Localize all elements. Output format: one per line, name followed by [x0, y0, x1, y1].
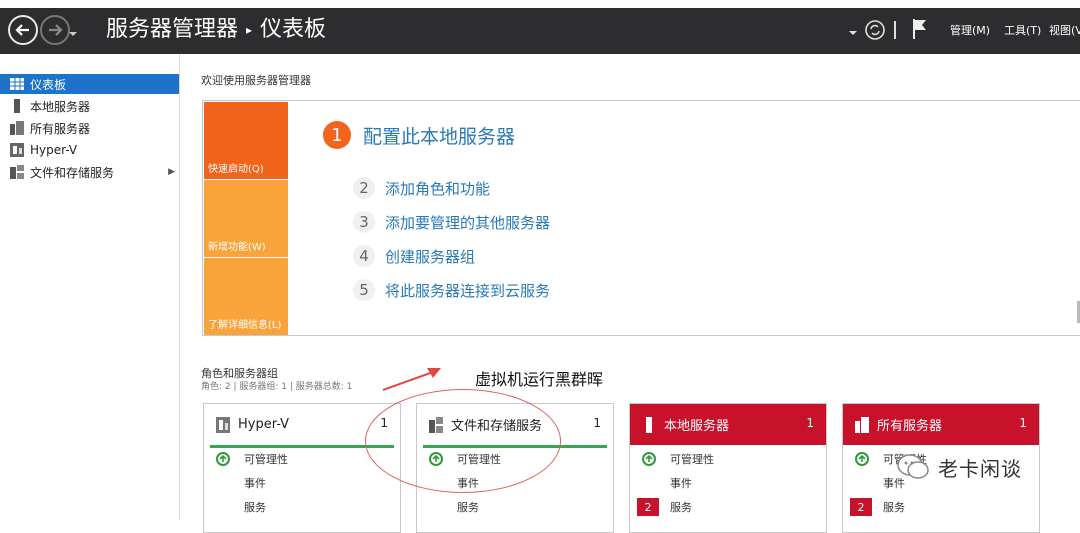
step-number: 5	[353, 279, 375, 301]
breadcrumb: 服务器管理器 ▸ 仪表板	[106, 16, 326, 44]
up-arrow-icon	[216, 452, 230, 466]
chat-bubble-icon	[897, 454, 929, 479]
row-label: 服务	[670, 501, 692, 514]
chevron-down-icon	[69, 32, 77, 36]
step-number: 2	[353, 177, 375, 199]
card-count: 1	[593, 416, 601, 430]
sidebar-item-local-server[interactable]: 本地服务器	[0, 96, 179, 116]
role-card-local-server[interactable]: 本地服务器 1 可管理性 事件 2 服务	[629, 403, 827, 533]
flag-icon	[913, 19, 926, 39]
sidebar-item-label: Hyper-V	[30, 143, 78, 157]
forward-button[interactable]	[40, 15, 70, 45]
window-top-strip	[0, 0, 1080, 8]
server-icon	[646, 416, 652, 433]
roles-subtitle: 角色: 2 | 服务器组: 1 | 服务器总数: 1	[201, 382, 353, 392]
up-arrow-icon	[642, 452, 656, 466]
servers-icon	[855, 416, 869, 433]
servers-icon	[10, 121, 24, 135]
card-title: Hyper-V	[238, 417, 290, 432]
red-arrow-icon	[382, 368, 441, 391]
step-link[interactable]: 添加要管理的其他服务器	[385, 212, 550, 233]
alert-count-badge: 2	[850, 498, 872, 516]
card-row-services[interactable]: 2 服务	[843, 496, 1039, 518]
sidebar: 仪表板 本地服务器 所有服务器 Hyper-V 文件和存储服务 ▶	[0, 54, 180, 520]
annotation-text: 虚拟机运行黑群晖	[475, 370, 604, 389]
chevron-down-icon	[849, 31, 857, 35]
hyperv-icon	[216, 416, 230, 433]
row-label: 服务	[883, 501, 905, 514]
notifications-flag-button[interactable]	[912, 18, 928, 44]
row-label: 可管理性	[244, 453, 288, 466]
card-row-manageability[interactable]: 可管理性	[630, 448, 826, 470]
watermark-text: 老卡闲谈	[938, 456, 1022, 481]
menu-tools[interactable]: 工具(T)	[1004, 22, 1041, 38]
row-label: 事件	[244, 477, 266, 490]
step-link[interactable]: 创建服务器组	[385, 246, 475, 267]
sidebar-item-all-servers[interactable]: 所有服务器	[0, 118, 179, 138]
welcome-panel: 快速启动(Q) 新增功能(W) 了解详细信息(L) 1 配置此本地服务器 2 添…	[202, 100, 1080, 336]
alert-count-badge: 2	[637, 498, 659, 516]
card-row-services[interactable]: 2 服务	[630, 496, 826, 518]
sidebar-item-dashboard[interactable]: 仪表板	[0, 74, 179, 94]
breadcrumb-root[interactable]: 服务器管理器	[106, 17, 238, 42]
card-title: 本地服务器	[664, 419, 730, 434]
card-title: 所有服务器	[877, 419, 943, 434]
step-add-roles[interactable]: 2 添加角色和功能	[353, 177, 490, 199]
annotation-ellipse	[365, 389, 561, 493]
step-link[interactable]: 将此服务器连接到云服务	[385, 280, 550, 301]
forward-arrow-icon	[49, 24, 63, 36]
step-connect-cloud[interactable]: 5 将此服务器连接到云服务	[353, 279, 550, 301]
sidebar-item-label: 仪表板	[30, 77, 67, 92]
row-label: 服务	[457, 501, 479, 514]
card-row-services[interactable]: 服务	[204, 496, 400, 518]
hyperv-icon	[10, 143, 24, 157]
step-link[interactable]: 配置此本地服务器	[363, 122, 515, 149]
header-divider	[894, 21, 896, 39]
step-add-servers[interactable]: 3 添加要管理的其他服务器	[353, 211, 550, 233]
sidebar-item-label: 所有服务器	[30, 121, 91, 136]
card-row-events[interactable]: 事件	[630, 472, 826, 494]
watermark: 老卡闲谈	[896, 452, 1022, 482]
storage-icon	[10, 165, 24, 179]
sidebar-item-hyperv[interactable]: Hyper-V	[0, 140, 179, 160]
step-number: 4	[353, 245, 375, 267]
server-icon	[10, 99, 24, 113]
welcome-title: 欢迎使用服务器管理器	[201, 74, 311, 87]
menu-view[interactable]: 视图(V	[1049, 22, 1080, 38]
header-bar: 服务器管理器 ▸ 仪表板 管理(M) 工具(T) 视图(V	[0, 8, 1080, 54]
step-create-group[interactable]: 4 创建服务器组	[353, 245, 475, 267]
step-configure-local-server[interactable]: 1 配置此本地服务器	[323, 121, 515, 149]
row-label: 可管理性	[670, 453, 714, 466]
sidebar-item-file-storage[interactable]: 文件和存储服务 ▶	[0, 162, 179, 182]
back-button[interactable]	[8, 15, 38, 45]
step-link[interactable]: 添加角色和功能	[385, 178, 490, 199]
step-number: 1	[323, 121, 351, 149]
row-label: 事件	[670, 477, 692, 490]
card-header[interactable]: 所有服务器 1	[843, 404, 1039, 445]
dashboard-icon	[10, 77, 24, 91]
expand-arrow-icon[interactable]: ▶	[168, 167, 175, 177]
card-row-events[interactable]: 事件	[204, 472, 400, 494]
up-arrow-icon	[855, 452, 869, 466]
card-count: 1	[806, 416, 814, 430]
sidebar-item-label: 本地服务器	[30, 99, 91, 114]
refresh-icon	[865, 20, 885, 40]
tile-quick-start[interactable]: 快速启动(Q)	[204, 102, 288, 179]
sidebar-item-label: 文件和存储服务	[30, 165, 115, 180]
refresh-button[interactable]	[864, 19, 886, 45]
menu-manage[interactable]: 管理(M)	[950, 22, 990, 38]
row-label: 服务	[244, 501, 266, 514]
card-count: 1	[1019, 416, 1027, 430]
breadcrumb-separator-icon: ▸	[246, 23, 253, 37]
back-arrow-icon	[15, 24, 29, 36]
history-dropdown[interactable]	[68, 24, 78, 43]
dashboard-main: 欢迎使用服务器管理器 快速启动(Q) 新增功能(W) 了解详细信息(L) 1 配…	[181, 54, 1080, 533]
breadcrumb-page: 仪表板	[260, 17, 327, 42]
tile-whats-new[interactable]: 新增功能(W)	[204, 180, 288, 257]
tile-learn-more[interactable]: 了解详细信息(L)	[204, 258, 288, 335]
card-row-services[interactable]: 服务	[417, 496, 613, 518]
notifications-dropdown[interactable]	[848, 23, 858, 42]
step-number: 3	[353, 211, 375, 233]
card-header[interactable]: 本地服务器 1	[630, 404, 826, 445]
